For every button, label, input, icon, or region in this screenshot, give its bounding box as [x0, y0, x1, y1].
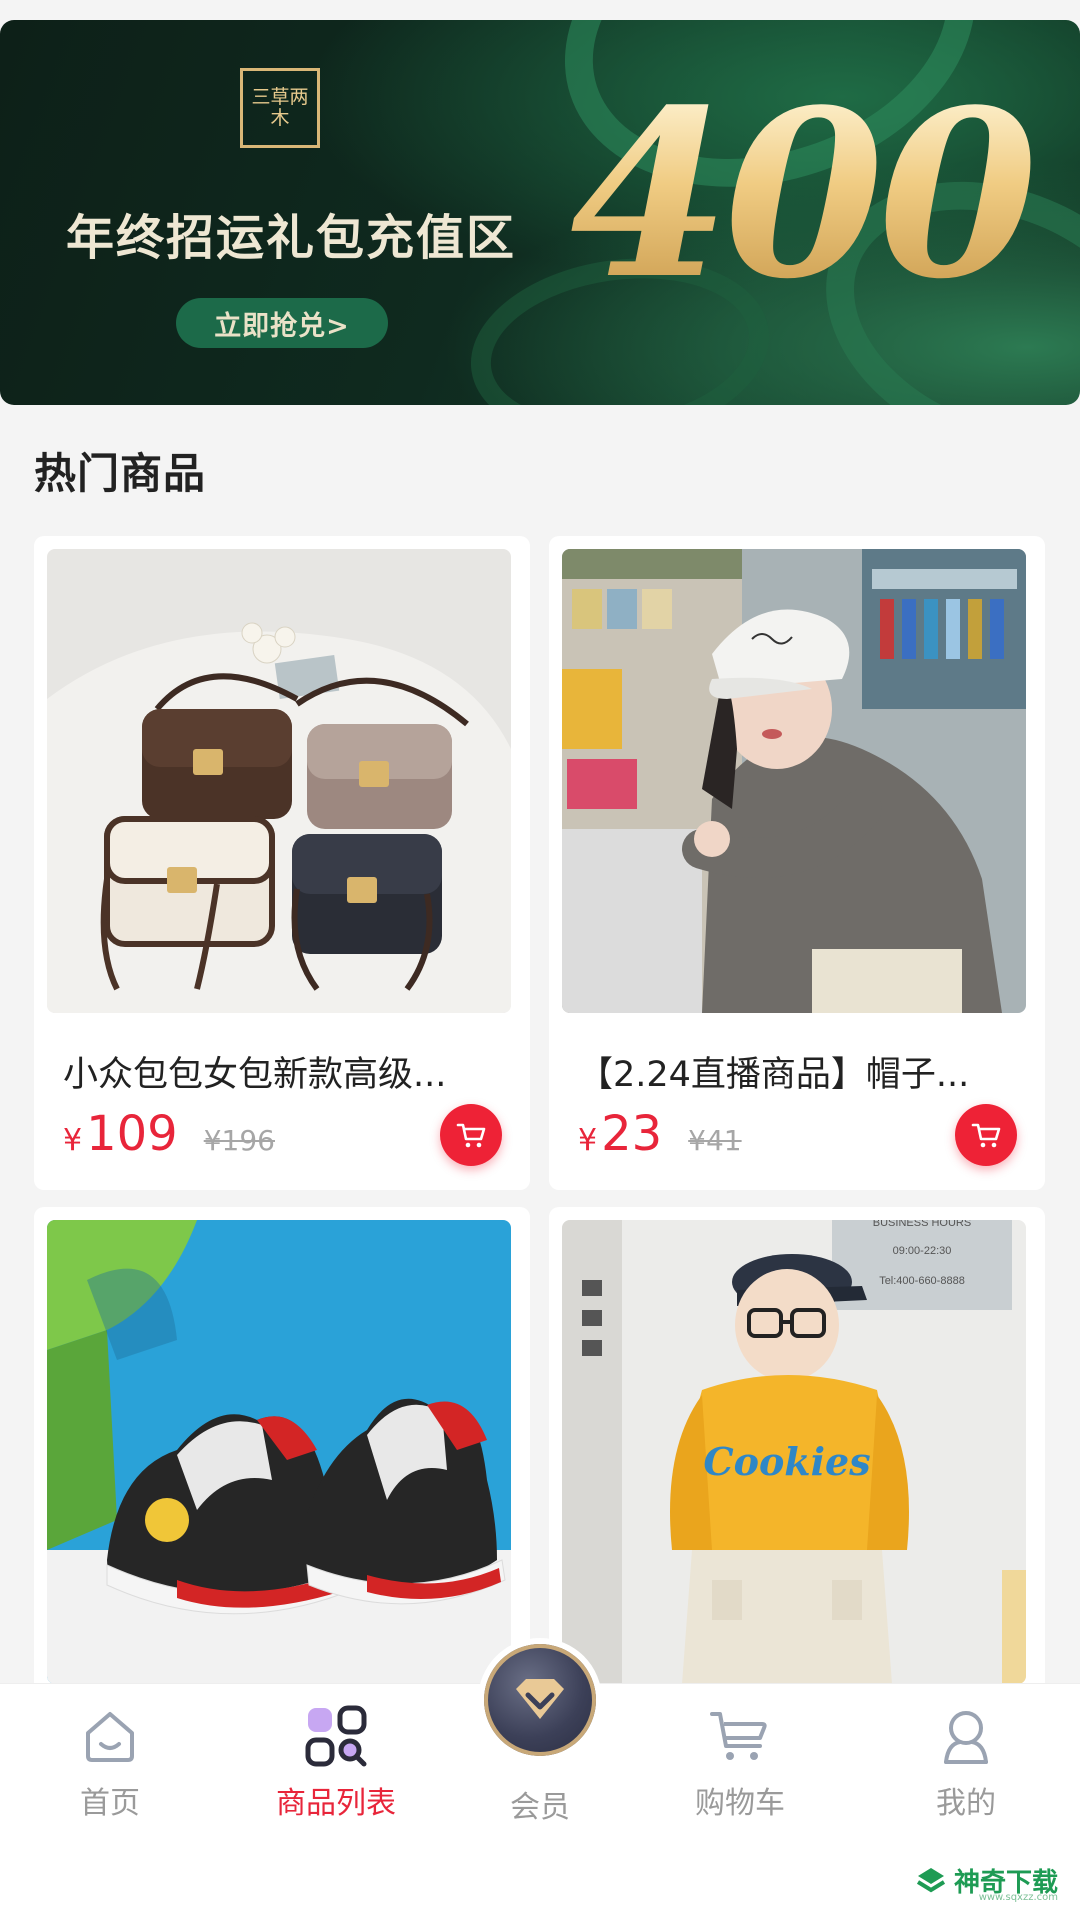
tab-vip-label: 会员	[510, 1790, 570, 1825]
tab-profile[interactable]: 我的	[876, 1704, 1056, 1822]
profile-icon	[934, 1704, 998, 1768]
banner-amount: 400	[570, 60, 1038, 330]
tab-home-label: 首页	[80, 1786, 140, 1821]
brand-logo-text: 三草两木	[251, 86, 309, 129]
product-name[interactable]: 【2.24直播商品】帽子...	[578, 1046, 1008, 1097]
product-card[interactable]: BUSINESS HOURS 09:00-22:30 Tel:400-660-8…	[549, 1207, 1045, 1707]
watermark-logo-icon	[916, 1867, 946, 1892]
tab-product-list-label: 商品列表	[276, 1786, 396, 1821]
shop-sign-line3: Tel:400-660-8888	[879, 1275, 965, 1287]
promo-banner[interactable]: 三草两木 年终招运礼包充值区 立即抢兑> 400	[0, 20, 1080, 405]
section-title: 热门商品	[34, 449, 207, 498]
vip-diamond-icon	[484, 1644, 596, 1756]
watermark: 神奇下载 www.sqxzz.com	[914, 1862, 1058, 1903]
shop-sign-line2: 09:00-22:30	[893, 1245, 952, 1257]
product-image-kid-yellow-sweater[interactable]: BUSINESS HOURS 09:00-22:30 Tel:400-660-8…	[562, 1220, 1026, 1684]
tab-cart-label: 购物车	[695, 1786, 785, 1821]
watermark-sub: www.sqxzz.com	[978, 1892, 1058, 1903]
product-list-icon	[304, 1704, 368, 1768]
product-image-cap-model[interactable]	[562, 549, 1026, 1013]
tab-profile-label: 我的	[936, 1786, 996, 1821]
banner-title: 年终招运礼包充值区	[66, 210, 517, 266]
brand-logo: 三草两木	[240, 68, 320, 148]
product-image-handbags[interactable]	[47, 549, 511, 1013]
product-name[interactable]: 小众包包女包新款高级...	[63, 1046, 493, 1097]
cart-icon	[708, 1704, 772, 1768]
home-icon	[78, 1704, 142, 1768]
product-card[interactable]: 小众包包女包新款高级... ¥ 109 ¥196	[34, 536, 530, 1190]
price-row: ¥ 23 ¥41	[578, 1106, 742, 1162]
redeem-now-button[interactable]: 立即抢兑>	[176, 298, 388, 348]
product-card[interactable]: 【2.24直播商品】帽子... ¥ 23 ¥41	[549, 536, 1045, 1190]
original-price: ¥41	[688, 1124, 742, 1157]
product-image-kids-sneakers[interactable]	[47, 1220, 511, 1684]
original-price: ¥196	[203, 1124, 275, 1157]
price-row: ¥ 109 ¥196	[63, 1106, 275, 1162]
product-price: 109	[86, 1106, 178, 1162]
cart-icon	[456, 1123, 486, 1148]
product-card[interactable]	[34, 1207, 530, 1707]
sweater-print: Cookies	[703, 1439, 870, 1484]
cart-icon	[971, 1123, 1001, 1148]
tab-vip[interactable]: 会员	[450, 1782, 630, 1826]
shop-sign-line1: BUSINESS HOURS	[873, 1220, 971, 1229]
product-price: 23	[601, 1106, 663, 1162]
add-to-cart-button[interactable]	[955, 1104, 1017, 1166]
tab-home[interactable]: 首页	[20, 1704, 200, 1822]
currency-symbol: ¥	[63, 1123, 83, 1158]
tab-product-list[interactable]: 商品列表	[246, 1704, 426, 1822]
add-to-cart-button[interactable]	[440, 1104, 502, 1166]
vip-button[interactable]	[478, 1638, 602, 1762]
currency-symbol: ¥	[578, 1123, 598, 1158]
tab-cart[interactable]: 购物车	[650, 1704, 830, 1822]
